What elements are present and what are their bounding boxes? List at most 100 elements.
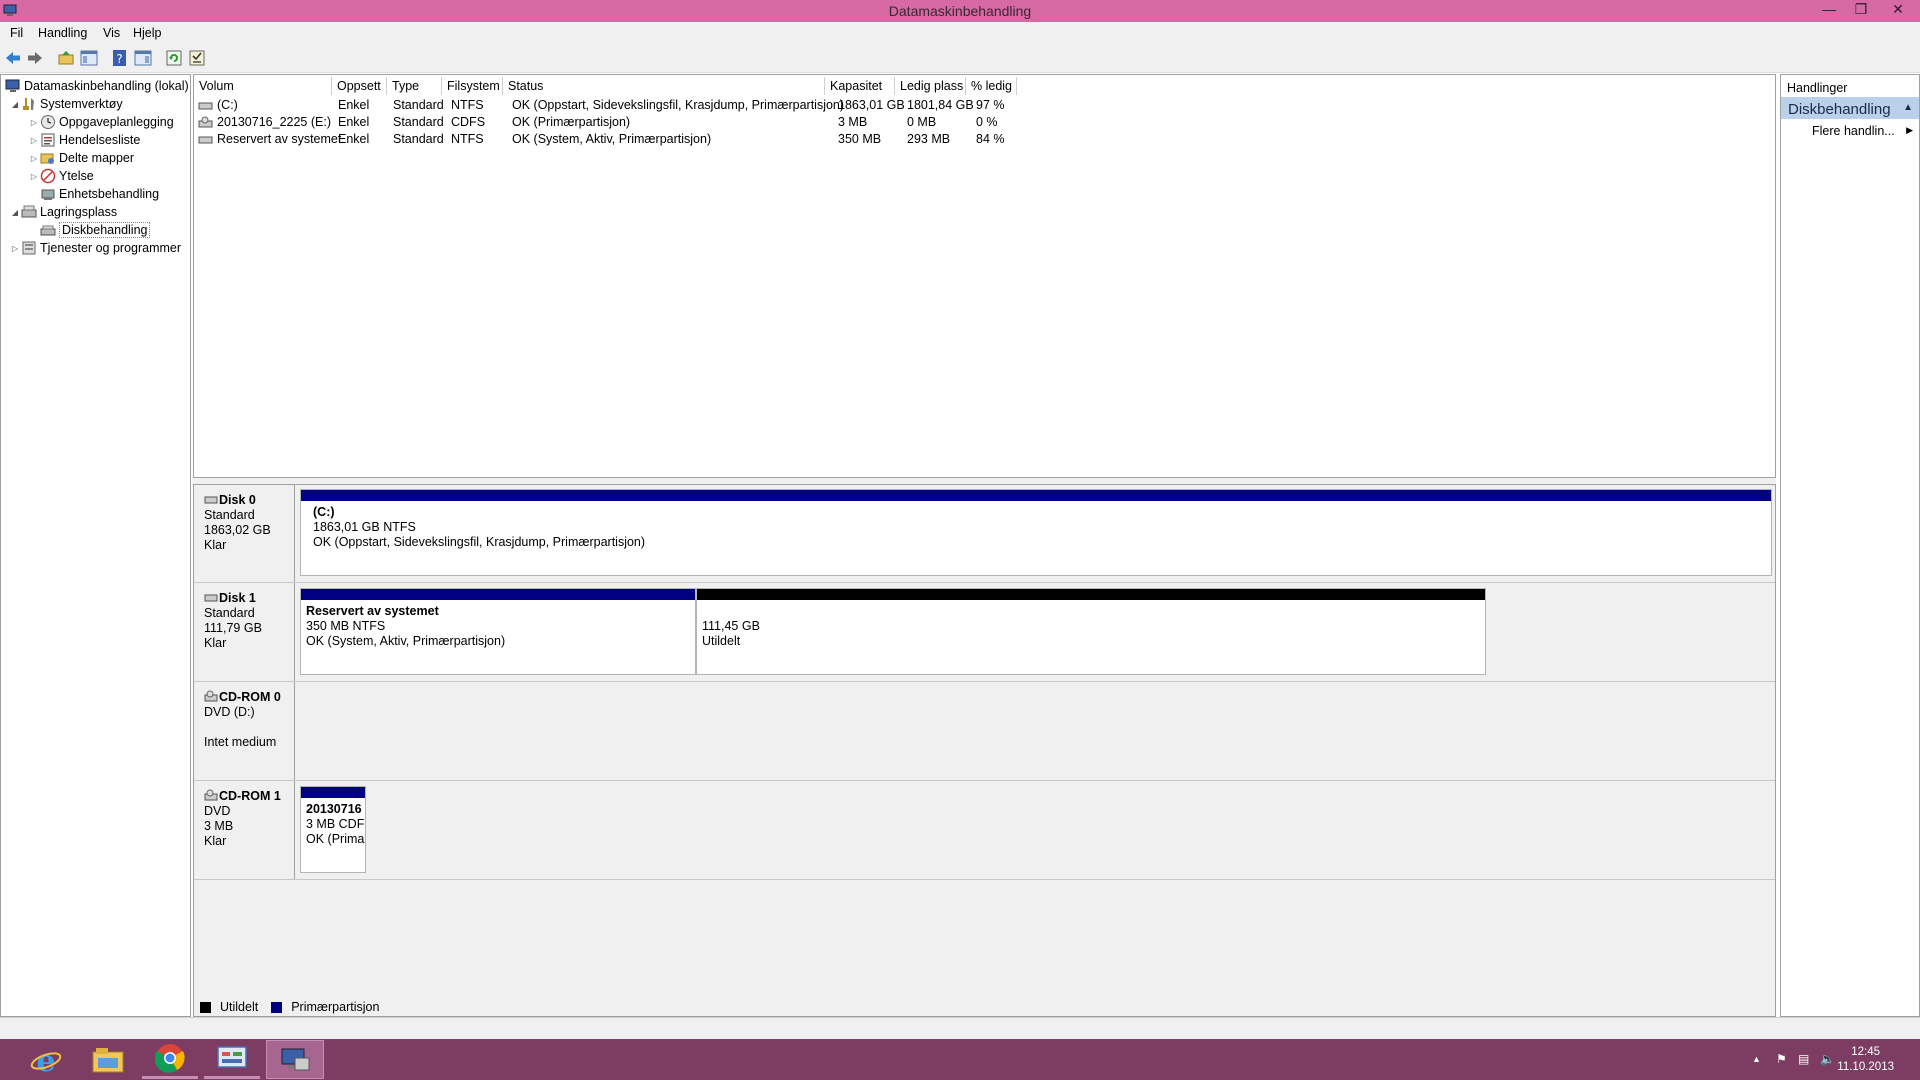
cdrom-row-0: CD-ROM 0 DVD (D:) Intet medium — [194, 682, 1775, 781]
partition-unallocated[interactable]: 111,45 GB Utildelt — [696, 588, 1486, 675]
disk-icon — [204, 496, 218, 504]
cell-oppsett: Enkel — [338, 115, 370, 129]
cell-oppsett: Enkel — [338, 98, 370, 112]
show-hide-console-tree-icon[interactable] — [80, 49, 98, 67]
disk-label[interactable]: CD-ROM 0 DVD (D:) Intet medium — [195, 682, 295, 780]
network-icon[interactable]: ▤ — [1798, 1052, 1809, 1066]
tree-root[interactable]: Datamaskinbehandling (lokal) — [5, 77, 189, 95]
minimize-button[interactable]: — — [1814, 0, 1844, 20]
forward-arrow-icon[interactable] — [26, 49, 44, 67]
disk-size: 3 MB — [204, 819, 234, 833]
up-folder-icon[interactable] — [57, 49, 75, 67]
tree-label: Ytelse — [59, 169, 94, 183]
cell-ledig-plass: 293 MB — [907, 132, 951, 146]
disk-state: Klar — [204, 538, 227, 552]
menu-file[interactable]: Fil — [10, 26, 23, 40]
column-header-volum[interactable]: Volum — [194, 77, 332, 95]
shared-folder-icon — [40, 153, 54, 164]
primary-partition-bar — [301, 787, 365, 798]
partition-name: 20130716 — [306, 802, 362, 816]
expand-arrow-icon[interactable]: ▷ — [9, 244, 21, 253]
taskbar-ie[interactable]: e — [18, 1040, 74, 1079]
tree-item-systemverktoy[interactable]: ◢ Systemverktøy — [9, 95, 123, 113]
cdrom-icon — [204, 690, 218, 702]
legend-swatch-primary — [271, 1001, 283, 1013]
expand-arrow-icon[interactable]: ▷ — [28, 154, 40, 163]
disk-label[interactable]: Disk 0 Standard 1863,02 GB Klar — [195, 485, 295, 582]
tree-item-delte-mapper[interactable]: ▷ Delte mapper — [28, 149, 134, 167]
expand-arrow-icon[interactable]: ▷ — [28, 118, 40, 127]
expand-arrow-icon[interactable]: ▷ — [28, 172, 40, 181]
clock-icon — [41, 115, 55, 129]
tree-item-ytelse[interactable]: ▷ Ytelse — [28, 167, 94, 185]
refresh-icon[interactable] — [165, 49, 183, 67]
column-header-filsystem[interactable]: Filsystem — [442, 77, 503, 95]
partition-cdrom1[interactable]: 20130716 3 MB CDFS OK (Prima — [300, 786, 366, 873]
disk-label[interactable]: Disk 1 Standard 111,79 GB Klar — [195, 583, 295, 681]
menu-action[interactable]: Handling — [38, 26, 87, 40]
disk-name: CD-ROM 1 — [219, 789, 281, 803]
partition-c[interactable]: (C:) 1863,01 GB NTFS OK (Oppstart, Sidev… — [300, 489, 1772, 576]
cell-volum: 20130716_2225 (E:) — [217, 115, 331, 129]
column-header-type[interactable]: Type — [387, 77, 442, 95]
show-hidden-icons-icon[interactable]: ▲ — [1752, 1054, 1761, 1064]
back-arrow-icon[interactable] — [4, 49, 22, 67]
tree-item-tjenester[interactable]: ▷ Tjenester og programmer — [9, 239, 181, 257]
taskbar-computer-management[interactable] — [266, 1040, 324, 1079]
cell-prosent-ledig: 97 % — [976, 98, 1005, 112]
clock[interactable]: 12:45 11.10.2013 — [1837, 1045, 1894, 1075]
action-center-flag-icon[interactable]: ⚑ — [1776, 1052, 1787, 1066]
drive-icon — [198, 136, 213, 144]
disk-label[interactable]: CD-ROM 1 DVD 3 MB Klar — [195, 781, 295, 879]
help-icon[interactable]: ? — [111, 49, 129, 67]
chrome-icon — [155, 1044, 185, 1073]
close-button[interactable]: ✕ — [1880, 0, 1916, 20]
table-row[interactable]: (C:) Enkel Standard NTFS OK (Oppstart, S… — [194, 97, 1394, 114]
column-header-prosent-ledig[interactable]: % ledig — [966, 77, 1017, 95]
partition-size: 1863,01 GB NTFS — [313, 520, 416, 534]
taskbar-chrome[interactable] — [142, 1040, 198, 1079]
cell-type: Standard — [393, 98, 444, 112]
menu-view[interactable]: Vis — [103, 26, 120, 40]
volume-icon[interactable]: 🔈 — [1820, 1052, 1835, 1066]
taskbar-control-panel[interactable] — [204, 1040, 260, 1079]
taskbar-explorer[interactable] — [80, 1040, 136, 1079]
status-bar — [0, 1017, 1920, 1039]
partition-size: 3 MB CDFS — [306, 817, 365, 831]
expand-arrow-icon[interactable]: ▷ — [28, 136, 40, 145]
restore-button[interactable]: ❐ — [1846, 0, 1876, 20]
show-hide-action-pane-icon[interactable] — [134, 49, 152, 67]
cell-volum: Reservert av systemet — [217, 132, 342, 146]
tree-item-enhetsbehandling[interactable]: Enhetsbehandling — [40, 185, 159, 203]
collapse-arrow-icon[interactable]: ◢ — [9, 208, 21, 217]
legend-unallocated: Utildelt — [220, 1000, 259, 1014]
more-actions-item[interactable]: Flere handlin... ▶ — [1781, 119, 1919, 138]
disk-name: Disk 0 — [219, 493, 256, 507]
table-row[interactable]: Reservert av systemet Enkel Standard NTF… — [194, 131, 1394, 148]
collapse-arrow-icon[interactable]: ◢ — [9, 100, 21, 109]
column-header-oppsett[interactable]: Oppsett — [332, 77, 387, 95]
column-header-kapasitet[interactable]: Kapasitet — [825, 77, 895, 95]
cell-prosent-ledig: 0 % — [976, 115, 998, 129]
tree-label: Diskbehandling — [59, 222, 151, 238]
drive-icon — [198, 102, 213, 110]
tree-item-oppgaveplanlegging[interactable]: ▷ Oppgaveplanlegging — [28, 113, 174, 131]
actions-section[interactable]: Diskbehandling ▲ — [1781, 97, 1919, 119]
partition-name: (C:) — [313, 505, 335, 519]
tree-label: Lagringsplass — [40, 205, 118, 219]
menu-help[interactable]: Hjelp — [133, 26, 162, 40]
column-header-ledig-plass[interactable]: Ledig plass — [895, 77, 966, 95]
partition-reserved[interactable]: Reservert av systemet 350 MB NTFS OK (Sy… — [300, 588, 696, 675]
legend-primary: Primærpartisjon — [291, 1000, 380, 1014]
properties-icon[interactable] — [188, 49, 206, 67]
collapse-caret-icon[interactable]: ▲ — [1903, 102, 1913, 113]
tree-label: Delte mapper — [59, 151, 135, 165]
control-panel-icon — [217, 1046, 247, 1068]
tree-item-diskbehandling[interactable]: Diskbehandling — [40, 221, 151, 239]
column-header-status[interactable]: Status — [503, 77, 825, 95]
partition-size: 350 MB NTFS — [306, 619, 386, 633]
cell-type: Standard — [393, 115, 444, 129]
tree-item-lagringsplass[interactable]: ◢ Lagringsplass — [9, 203, 117, 221]
table-row[interactable]: 20130716_2225 (E:) Enkel Standard CDFS O… — [194, 114, 1394, 131]
tree-item-hendelsesliste[interactable]: ▷ Hendelsesliste — [28, 131, 140, 149]
